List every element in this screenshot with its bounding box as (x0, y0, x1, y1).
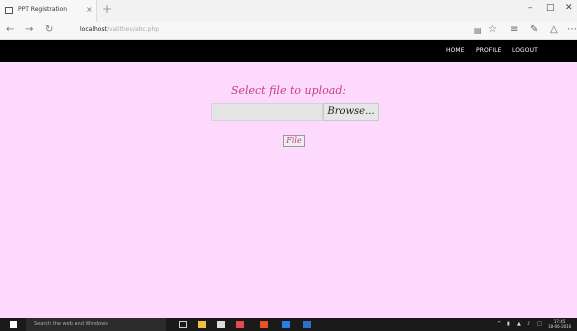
new-tab-icon[interactable]: + (102, 2, 112, 16)
site-nav-bar: HOME PROFILE LOGOUT (0, 40, 577, 62)
tab-close-icon[interactable]: × (86, 5, 93, 14)
browser-tab[interactable]: PPT Registration × (0, 0, 97, 22)
edge-browser-icon[interactable] (282, 321, 290, 328)
battery-icon[interactable]: ▮ (507, 321, 510, 327)
powerpoint-icon[interactable] (260, 321, 268, 328)
windows-start-icon[interactable] (10, 321, 17, 328)
app-red-icon[interactable] (236, 321, 244, 328)
task-view-icon[interactable] (179, 321, 187, 328)
clock-date: 18-06-2016 (548, 324, 572, 329)
network-icon[interactable]: ▲ (517, 321, 521, 327)
nav-logout-link[interactable]: LOGOUT (512, 47, 538, 54)
file-submit-button[interactable]: File (283, 135, 305, 147)
minimize-icon[interactable]: – (528, 3, 533, 13)
upload-title: Select file to upload: (230, 84, 347, 97)
file-explorer-icon[interactable] (198, 321, 206, 328)
url-path: /valithev/abc.php (106, 26, 160, 33)
nav-profile-link[interactable]: PROFILE (476, 47, 502, 54)
nav-home-link[interactable]: HOME (446, 47, 465, 54)
refresh-icon[interactable]: ↻ (45, 24, 53, 35)
browse-button[interactable]: Browse... (323, 103, 379, 121)
more-icon[interactable]: ⋯ (567, 24, 577, 35)
file-path-input[interactable] (211, 103, 323, 121)
browser-tab-bar: PPT Registration × + – □ ✕ (0, 0, 577, 22)
address-bar: ← → ↻ localhost/valithev/abc.php ▤ ☆ ≡ ✎… (0, 22, 577, 40)
favorites-star-icon[interactable]: ☆ (488, 24, 497, 35)
back-icon[interactable]: ← (6, 24, 14, 35)
url-field[interactable]: localhost/valithev/abc.php (80, 26, 159, 33)
store-icon[interactable] (217, 321, 225, 328)
hub-icon[interactable]: ≡ (510, 24, 518, 35)
close-icon[interactable]: ✕ (565, 3, 573, 13)
notes-icon[interactable]: ✎ (530, 24, 538, 35)
notification-icon[interactable]: □ (537, 321, 542, 327)
forward-icon[interactable]: → (25, 24, 33, 35)
taskbar-search-placeholder: Search the web and Windows (34, 321, 108, 327)
tray-chevron-icon[interactable]: ^ (497, 321, 501, 327)
windows-taskbar: Search the web and Windows ^ ▮ ▲ ♪ □ 17:… (0, 318, 577, 331)
share-icon[interactable]: △ (550, 24, 558, 35)
reading-view-icon[interactable]: ▤ (474, 26, 482, 35)
maximize-icon[interactable]: □ (546, 3, 555, 13)
url-host: localhost (80, 26, 107, 33)
volume-icon[interactable]: ♪ (527, 321, 530, 327)
taskbar-clock[interactable]: 17:45 18-06-2016 (548, 319, 571, 329)
taskbar-search-box[interactable]: Search the web and Windows (26, 318, 166, 331)
tab-page-icon (5, 7, 13, 14)
app-blue-icon[interactable] (303, 321, 311, 328)
tab-title: PPT Registration (18, 6, 67, 13)
